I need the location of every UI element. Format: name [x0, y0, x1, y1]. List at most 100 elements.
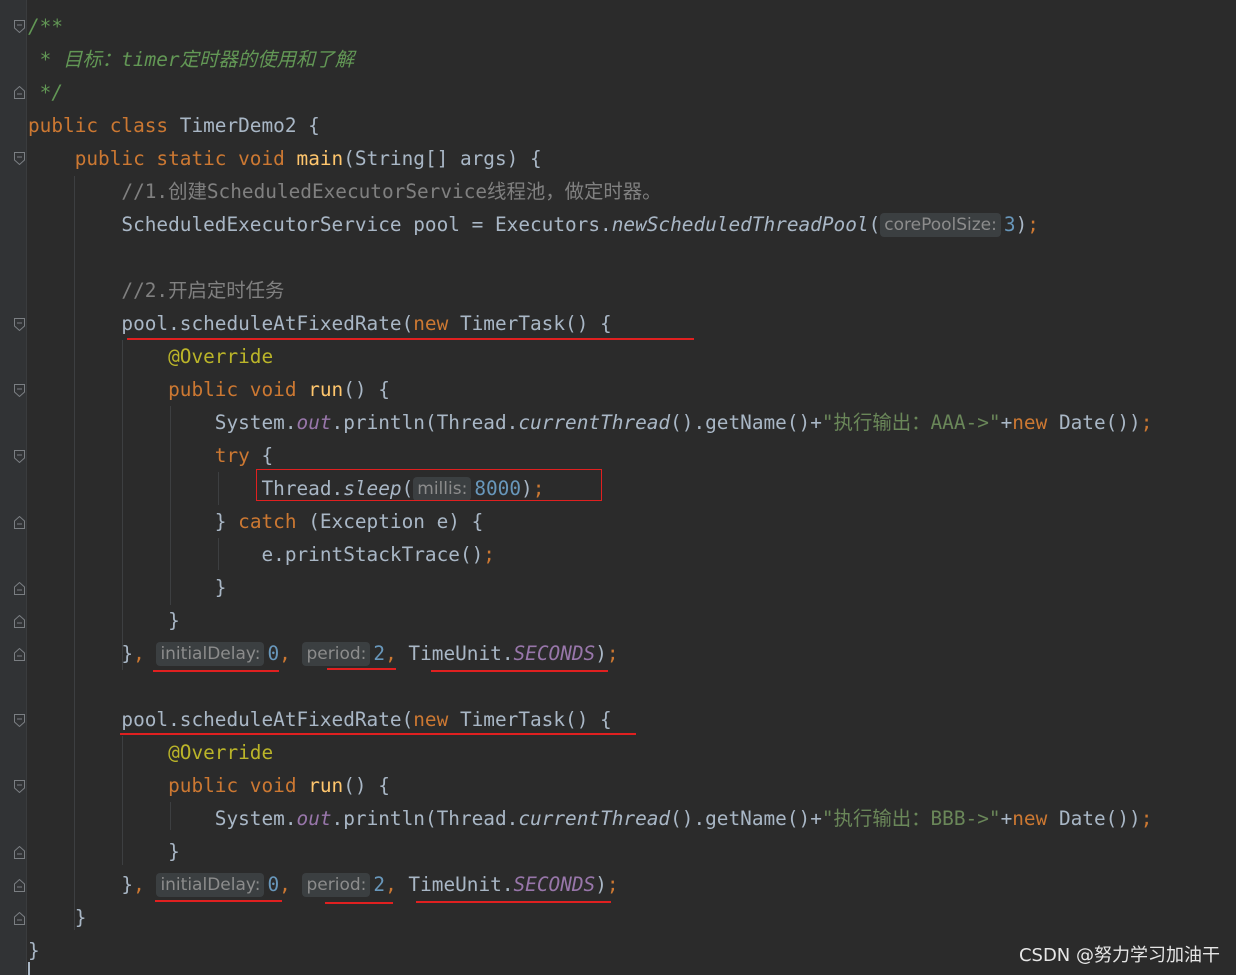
highlight-underline-timeunit-2	[416, 901, 611, 903]
code-token: ,	[133, 873, 157, 896]
fold-end-icon[interactable]	[14, 912, 25, 925]
parameter-hint: initialDelay:	[156, 642, 265, 666]
code-token: /**	[28, 15, 64, 38]
fold-collapse-icon[interactable]	[14, 780, 25, 793]
code-token: .println(Thread.	[331, 411, 519, 434]
code-token: Date())	[1058, 411, 1141, 434]
code-token: ,	[133, 642, 157, 665]
code-token: }	[28, 939, 40, 962]
code-token: TimerTask() {	[459, 708, 612, 731]
text-caret	[28, 962, 30, 975]
code-token: ().getName()+	[670, 411, 822, 434]
code-token: ,	[385, 873, 409, 896]
code-token: "执行输出：AAA->"	[821, 411, 1001, 434]
code-token: ;	[606, 642, 619, 665]
parameter-hint: period:	[302, 873, 371, 897]
code-token: (String[] args) {	[343, 147, 542, 170]
code-token: TimeUnit.	[408, 642, 514, 665]
fold-end-icon[interactable]	[14, 516, 25, 529]
code-line[interactable]: */	[28, 76, 63, 109]
code-token: }	[28, 510, 239, 533]
code-token: out	[296, 807, 332, 830]
fold-collapse-icon[interactable]	[14, 450, 25, 463]
code-token: currentThread	[518, 807, 671, 830]
code-line[interactable]: }	[28, 835, 180, 868]
code-token: }	[28, 642, 134, 665]
code-token: .println(Thread.	[331, 807, 519, 830]
code-token: new	[413, 312, 460, 335]
code-token: //1.创建ScheduledExecutorService线程池，做定时器。	[28, 180, 662, 203]
code-token: pool.scheduleAtFixedRate(	[28, 312, 414, 335]
code-token: 3	[1003, 213, 1016, 236]
code-line[interactable]: } catch (Exception e) {	[28, 505, 484, 538]
code-token: }	[28, 873, 134, 896]
fold-end-icon[interactable]	[14, 648, 25, 661]
code-token: //2.开启定时任务	[28, 279, 285, 302]
code-line[interactable]: * 目标：timer定时器的使用和了解	[28, 43, 354, 76]
code-line[interactable]: @Override	[28, 340, 273, 373]
code-token: SECONDS	[513, 642, 596, 665]
code-token: System.	[28, 411, 297, 434]
code-token: ,	[385, 642, 409, 665]
code-line[interactable]: try {	[28, 439, 273, 472]
code-token: TimeUnit.	[408, 873, 514, 896]
code-token: }	[28, 906, 87, 929]
code-token: out	[296, 411, 332, 434]
code-line[interactable]: System.out.println(Thread.currentThread(…	[28, 406, 1153, 439]
code-token: ;	[483, 543, 495, 566]
code-token: currentThread	[518, 411, 671, 434]
editor-gutter	[0, 0, 27, 975]
fold-end-icon[interactable]	[14, 86, 25, 99]
code-line[interactable]: @Override	[28, 736, 273, 769]
code-token: try	[28, 444, 262, 467]
code-token: pool.scheduleAtFixedRate(	[28, 708, 414, 731]
code-token: System.	[28, 807, 297, 830]
code-token: @Override	[28, 741, 274, 764]
code-token: )	[595, 873, 607, 896]
parameter-hint: initialDelay:	[156, 873, 265, 897]
highlight-underline-period-2	[325, 902, 393, 904]
code-line[interactable]: System.out.println(Thread.currentThread(…	[28, 802, 1153, 835]
code-line[interactable]: }	[28, 901, 87, 934]
highlight-underline-schedule-2	[120, 733, 636, 735]
code-token: public class	[28, 114, 180, 137]
code-token: new	[1012, 807, 1059, 830]
fold-collapse-icon[interactable]	[14, 318, 25, 331]
fold-end-icon[interactable]	[14, 582, 25, 595]
code-line[interactable]: public static void main(String[] args) {	[28, 142, 542, 175]
code-line[interactable]: public class TimerDemo2 {	[28, 109, 320, 142]
code-line[interactable]: public void run() {	[28, 769, 390, 802]
parameter-hint: corePoolSize:	[880, 213, 1001, 237]
code-token: newScheduledThreadPool	[611, 213, 869, 236]
code-line[interactable]: }, initialDelay: 0, period: 2, TimeUnit.SE…	[28, 868, 619, 901]
fold-end-icon[interactable]	[14, 615, 25, 628]
code-line[interactable]: pool.scheduleAtFixedRate(new TimerTask()…	[28, 703, 612, 736]
code-line[interactable]: //2.开启定时任务	[28, 274, 284, 307]
code-token: main	[296, 147, 344, 170]
code-line[interactable]: }	[28, 604, 180, 637]
code-token: e.printStackTrace()	[28, 543, 484, 566]
fold-collapse-icon[interactable]	[14, 152, 25, 165]
code-token: )	[1015, 213, 1028, 236]
code-line[interactable]: e.printStackTrace();	[28, 538, 495, 571]
highlight-underline-timeunit-1	[431, 670, 608, 672]
code-line[interactable]: pool.scheduleAtFixedRate(new TimerTask()…	[28, 307, 612, 340]
code-token: ;	[606, 873, 619, 896]
code-token: }	[28, 576, 227, 599]
code-line[interactable]: }	[28, 571, 227, 604]
code-token: Date())	[1058, 807, 1141, 830]
fold-end-icon[interactable]	[14, 846, 25, 859]
code-token: 2	[373, 873, 386, 896]
code-token: +	[1000, 411, 1013, 434]
fold-collapse-icon[interactable]	[14, 714, 25, 727]
fold-collapse-icon[interactable]	[14, 20, 25, 33]
code-line[interactable]: /**	[28, 10, 63, 43]
fold-collapse-icon[interactable]	[14, 384, 25, 397]
code-line[interactable]: ScheduledExecutorService pool = Executor…	[28, 208, 1039, 241]
fold-end-icon[interactable]	[14, 879, 25, 892]
code-token: public void	[28, 378, 309, 401]
code-line[interactable]: //1.创建ScheduledExecutorService线程池，做定时器。	[28, 175, 662, 208]
code-line[interactable]: public void run() {	[28, 373, 390, 406]
code-line[interactable]: }, initialDelay: 0, period: 2, TimeUnit.SE…	[28, 637, 619, 670]
code-token: TimerTask() {	[459, 312, 612, 335]
